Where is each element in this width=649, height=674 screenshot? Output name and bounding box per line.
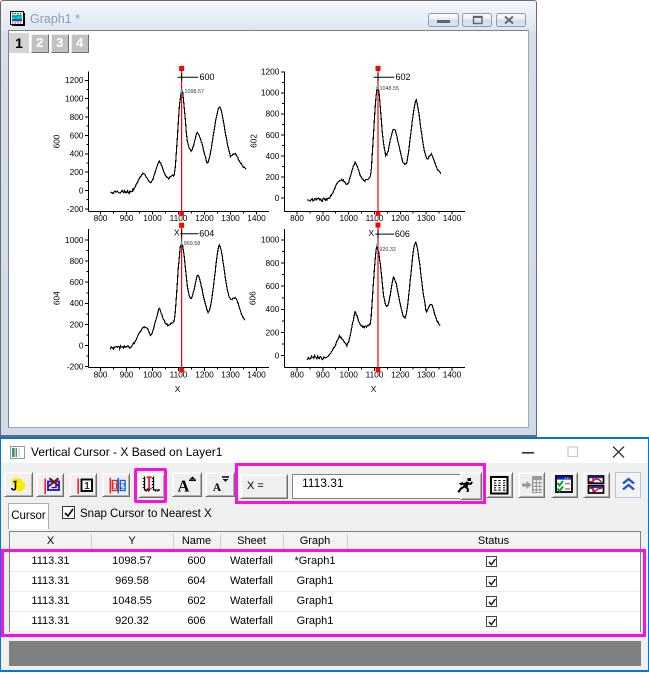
svg-text:600: 600 bbox=[266, 281, 280, 291]
svg-text:800: 800 bbox=[94, 213, 108, 223]
svg-text:1200: 1200 bbox=[261, 67, 280, 77]
svg-text:600: 600 bbox=[200, 72, 215, 82]
svg-text:1: 1 bbox=[84, 481, 90, 492]
svg-text:X: X bbox=[368, 228, 374, 238]
svg-text:1000: 1000 bbox=[261, 88, 280, 98]
svg-text:600: 600 bbox=[266, 130, 280, 140]
svg-text:1200: 1200 bbox=[195, 370, 214, 380]
svg-text:900: 900 bbox=[120, 370, 134, 380]
svg-text:600: 600 bbox=[70, 130, 84, 140]
svg-text:1000: 1000 bbox=[339, 370, 358, 380]
svg-text:606: 606 bbox=[395, 229, 410, 239]
svg-text:800: 800 bbox=[266, 258, 280, 268]
svg-text:920.32: 920.32 bbox=[379, 247, 396, 253]
svg-text:1300: 1300 bbox=[221, 213, 240, 223]
svg-text:604: 604 bbox=[199, 229, 214, 239]
svg-text:1000: 1000 bbox=[65, 235, 84, 245]
svg-text:400: 400 bbox=[70, 298, 84, 308]
svg-text:1100: 1100 bbox=[170, 370, 188, 380]
svg-text:1200: 1200 bbox=[391, 213, 410, 223]
svg-text:0: 0 bbox=[275, 351, 280, 361]
svg-text:1000: 1000 bbox=[143, 213, 162, 223]
svg-text:400: 400 bbox=[266, 151, 280, 161]
svg-text:400: 400 bbox=[266, 304, 280, 314]
svg-text:0: 0 bbox=[275, 193, 280, 203]
svg-text:0: 0 bbox=[112, 481, 117, 491]
svg-text:-200: -200 bbox=[67, 204, 84, 214]
svg-text:1000: 1000 bbox=[339, 213, 358, 223]
svg-text:200: 200 bbox=[70, 167, 84, 177]
svg-text:X: X bbox=[174, 228, 180, 238]
svg-text:800: 800 bbox=[266, 109, 280, 119]
svg-text:606: 606 bbox=[248, 291, 258, 305]
svg-text:X: X bbox=[175, 384, 181, 394]
svg-text:1000: 1000 bbox=[143, 370, 162, 380]
svg-text:1200: 1200 bbox=[195, 213, 214, 223]
svg-text:800: 800 bbox=[70, 112, 84, 122]
svg-text:800: 800 bbox=[290, 213, 304, 223]
svg-text:1100: 1100 bbox=[170, 213, 188, 223]
svg-text:1300: 1300 bbox=[417, 370, 436, 380]
svg-text:900: 900 bbox=[316, 370, 330, 380]
svg-text:1048.55: 1048.55 bbox=[380, 86, 400, 92]
svg-text:1100: 1100 bbox=[366, 213, 384, 223]
svg-text:1200: 1200 bbox=[391, 370, 410, 380]
svg-text:604: 604 bbox=[52, 291, 62, 305]
svg-text:600: 600 bbox=[52, 134, 62, 148]
svg-text:800: 800 bbox=[290, 370, 304, 380]
svg-text:969.58: 969.58 bbox=[184, 241, 201, 247]
svg-text:0: 0 bbox=[79, 340, 84, 350]
svg-text:1098.57: 1098.57 bbox=[185, 89, 205, 95]
svg-text:900: 900 bbox=[120, 213, 134, 223]
svg-text:X: X bbox=[371, 384, 377, 394]
svg-text:1400: 1400 bbox=[247, 213, 266, 223]
svg-text:-200: -200 bbox=[67, 362, 84, 372]
svg-text:1400: 1400 bbox=[443, 213, 462, 223]
svg-text:200: 200 bbox=[266, 327, 280, 337]
svg-text:1100: 1100 bbox=[366, 370, 384, 380]
svg-text:400: 400 bbox=[70, 149, 84, 159]
svg-text:1300: 1300 bbox=[221, 370, 240, 380]
svg-text:2: 2 bbox=[120, 481, 125, 491]
svg-text:200: 200 bbox=[70, 319, 84, 329]
svg-text:200: 200 bbox=[266, 172, 280, 182]
svg-text:1000: 1000 bbox=[261, 235, 280, 245]
svg-text:1200: 1200 bbox=[65, 75, 84, 85]
svg-text:600: 600 bbox=[70, 277, 84, 287]
svg-text:1400: 1400 bbox=[247, 370, 266, 380]
svg-text:602: 602 bbox=[249, 134, 259, 148]
svg-text:602: 602 bbox=[396, 72, 411, 82]
svg-text:1400: 1400 bbox=[443, 370, 462, 380]
svg-text:800: 800 bbox=[94, 370, 108, 380]
svg-text:1300: 1300 bbox=[417, 213, 436, 223]
svg-text:0: 0 bbox=[79, 185, 84, 195]
svg-text:A: A bbox=[178, 477, 190, 495]
svg-text:A: A bbox=[213, 482, 222, 494]
svg-text:800: 800 bbox=[70, 256, 84, 266]
svg-text:900: 900 bbox=[316, 213, 330, 223]
svg-text:1000: 1000 bbox=[65, 94, 84, 104]
